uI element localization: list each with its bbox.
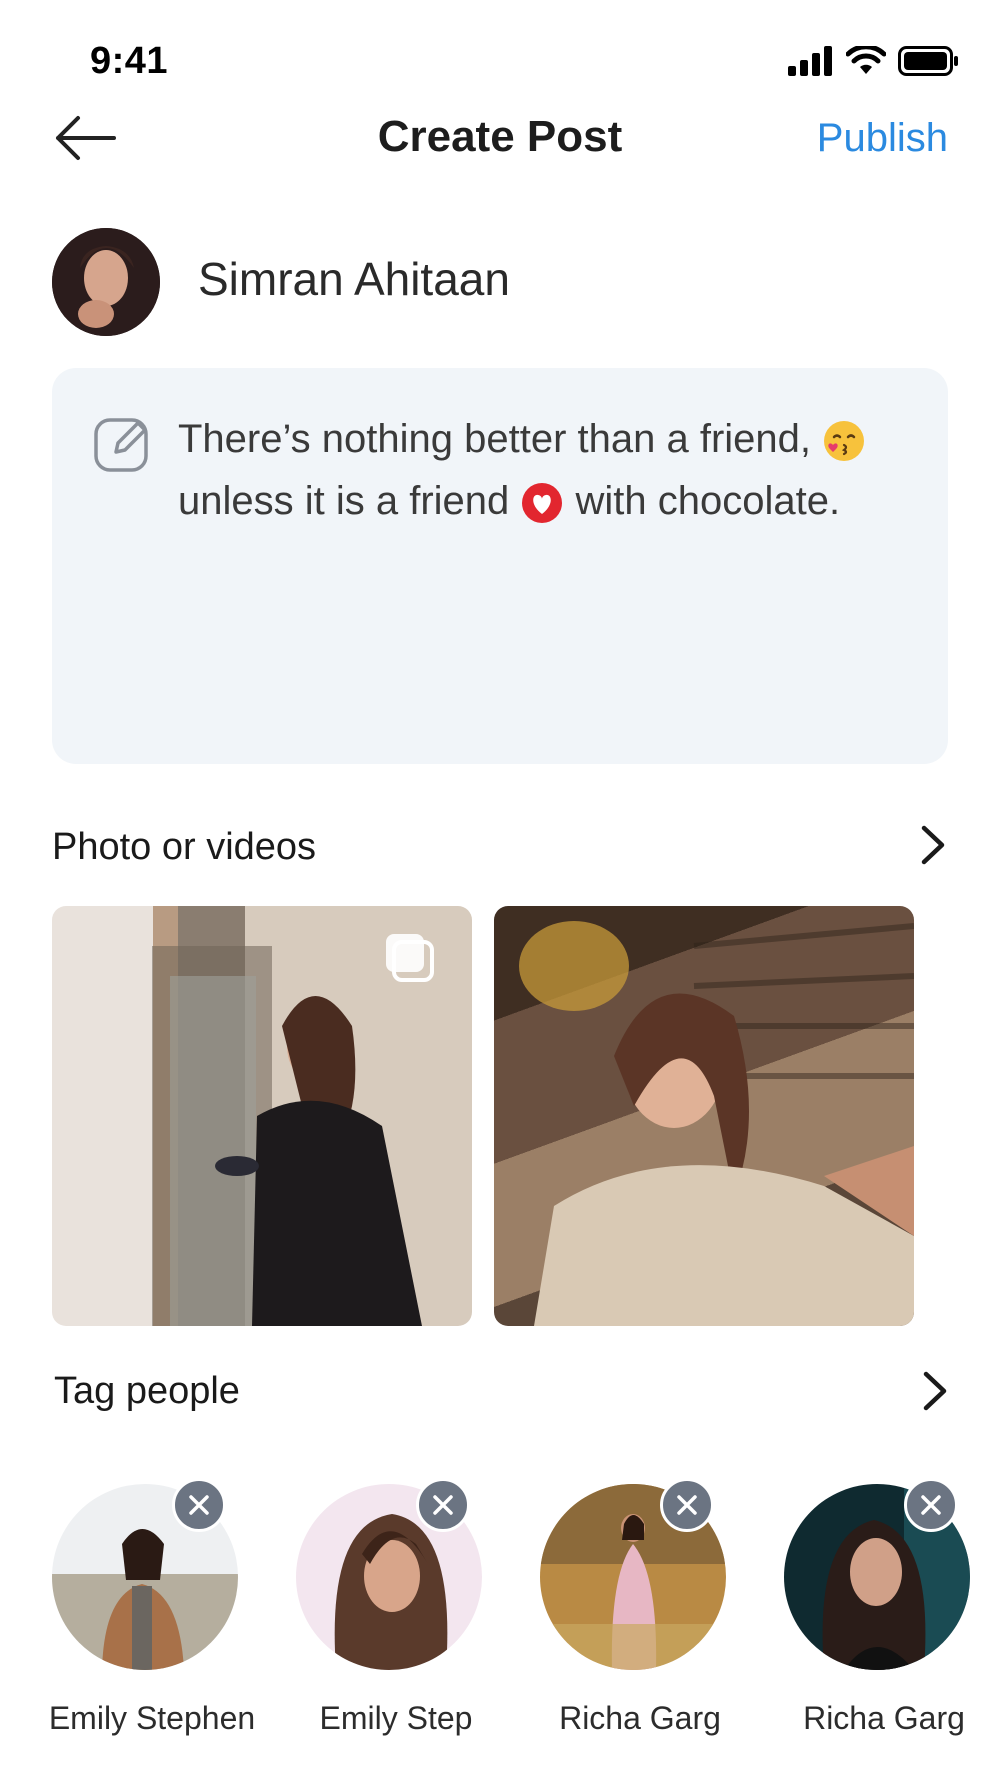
post-text-line2a: unless it is a friend xyxy=(178,479,510,523)
tag-section-title: Tag people xyxy=(54,1370,240,1412)
avatar-portrait xyxy=(52,228,160,336)
media-item-1[interactable] xyxy=(52,906,472,1326)
publish-button[interactable]: Publish xyxy=(817,116,948,161)
media-section-title: Photo or videos xyxy=(52,826,317,868)
remove-tag-button[interactable] xyxy=(172,1478,226,1532)
tagged-people-list: Emily Stephen Emily Step Richa Garg Rich… xyxy=(0,1478,1000,1738)
post-text-line2b: with chocolate. xyxy=(575,479,841,523)
author-avatar[interactable] xyxy=(52,228,160,336)
create-post-screen: 9:41 Create Post Publish Simran Ahitaan … xyxy=(0,0,1000,1778)
post-text-line1: There’s nothing better than a friend, xyxy=(178,417,812,461)
tagged-person-name: Richa Garg xyxy=(559,1700,721,1736)
wifi-icon xyxy=(846,46,886,74)
chevron-right-icon xyxy=(921,825,945,865)
media-section-open-button[interactable] xyxy=(912,822,952,868)
post-text[interactable]: There’s nothing better than a friend, un… xyxy=(178,408,908,532)
remove-tag-button[interactable] xyxy=(904,1478,958,1532)
chevron-right-icon xyxy=(923,1371,947,1411)
multiple-photos-icon xyxy=(386,934,434,982)
close-icon xyxy=(921,1495,941,1515)
tagged-person-name: Emily Step xyxy=(319,1700,473,1736)
tagged-person-name: Richa Garg xyxy=(803,1700,965,1736)
tagged-person[interactable]: Richa Garg xyxy=(540,1478,740,1738)
author-name: Simran Ahitaan xyxy=(198,253,510,305)
close-icon xyxy=(677,1495,697,1515)
tagged-person[interactable]: Richa Garg xyxy=(784,1478,984,1738)
close-icon xyxy=(189,1495,209,1515)
edit-icon xyxy=(94,418,148,472)
tag-section-open-button[interactable] xyxy=(914,1368,954,1414)
heart-emoji xyxy=(522,483,563,524)
signal-icon xyxy=(788,46,832,76)
photo-woman-selfie xyxy=(519,921,914,1326)
tagged-person-name: Emily Stephen xyxy=(48,1700,256,1736)
close-icon xyxy=(433,1495,453,1515)
status-icons xyxy=(788,44,960,78)
remove-tag-button[interactable] xyxy=(660,1478,714,1532)
status-time: 9:41 xyxy=(90,40,169,82)
kissing-face-with-heart-emoji xyxy=(824,421,865,462)
remove-tag-button[interactable] xyxy=(416,1478,470,1532)
media-item-2[interactable] xyxy=(494,906,914,1326)
tagged-person[interactable]: Emily Step xyxy=(296,1478,496,1738)
battery-icon xyxy=(898,46,958,76)
post-composer[interactable]: There’s nothing better than a friend, un… xyxy=(52,368,948,764)
tagged-person[interactable]: Emily Stephen xyxy=(49,1478,255,1738)
